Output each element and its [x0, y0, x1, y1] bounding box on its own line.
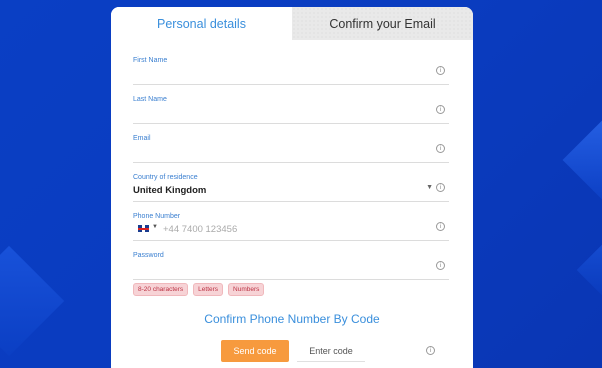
phone-placeholder: +44 7400 123456	[163, 224, 238, 235]
registration-card: Personal details Confirm your Email Firs…	[111, 7, 473, 368]
info-icon[interactable]: i	[436, 105, 445, 114]
info-icon[interactable]: i	[436, 183, 445, 192]
first-name-label: First Name	[133, 57, 168, 64]
code-input[interactable]	[297, 340, 365, 362]
password-rule-badge: Letters	[193, 283, 224, 296]
phone-label: Phone Number	[133, 213, 181, 220]
info-icon[interactable]: i	[436, 222, 445, 231]
background-shape	[562, 117, 602, 203]
country-label: Country of residence	[133, 174, 198, 181]
tab-bar: Personal details Confirm your Email	[111, 7, 473, 40]
confirm-phone-heading: Confirm Phone Number By Code	[204, 312, 380, 326]
uk-flag-icon[interactable]	[138, 225, 149, 232]
password-rule-badge: 8-20 characters	[133, 283, 189, 296]
tab-confirm-email[interactable]: Confirm your Email	[292, 7, 473, 40]
tab-personal-details[interactable]: Personal details	[111, 7, 292, 40]
info-icon[interactable]: i	[436, 261, 445, 270]
first-name-field[interactable]: First Name i	[133, 57, 449, 85]
info-icon[interactable]: i	[436, 144, 445, 153]
chevron-down-icon[interactable]: ▼	[426, 184, 433, 191]
caret-down-icon[interactable]: ▼	[152, 224, 158, 230]
info-icon[interactable]: i	[436, 66, 445, 75]
background-shape	[576, 241, 602, 299]
phone-field[interactable]: Phone Number ▼ +44 7400 123456 i	[133, 213, 449, 241]
password-rule-badge: Numbers	[228, 283, 265, 296]
background-shape	[0, 245, 65, 357]
password-label: Password	[133, 252, 164, 259]
email-label: Email	[133, 135, 151, 142]
password-rules: 8-20 characters Letters Numbers	[133, 283, 265, 296]
country-select[interactable]: Country of residence United Kingdom ▼ i	[133, 174, 449, 202]
info-icon[interactable]: i	[426, 346, 435, 355]
email-field[interactable]: Email i	[133, 135, 449, 163]
send-code-button[interactable]: Send code	[221, 340, 289, 362]
last-name-field[interactable]: Last Name i	[133, 96, 449, 124]
last-name-label: Last Name	[133, 96, 167, 103]
country-value: United Kingdom	[133, 185, 207, 196]
password-field[interactable]: Password i	[133, 252, 449, 280]
